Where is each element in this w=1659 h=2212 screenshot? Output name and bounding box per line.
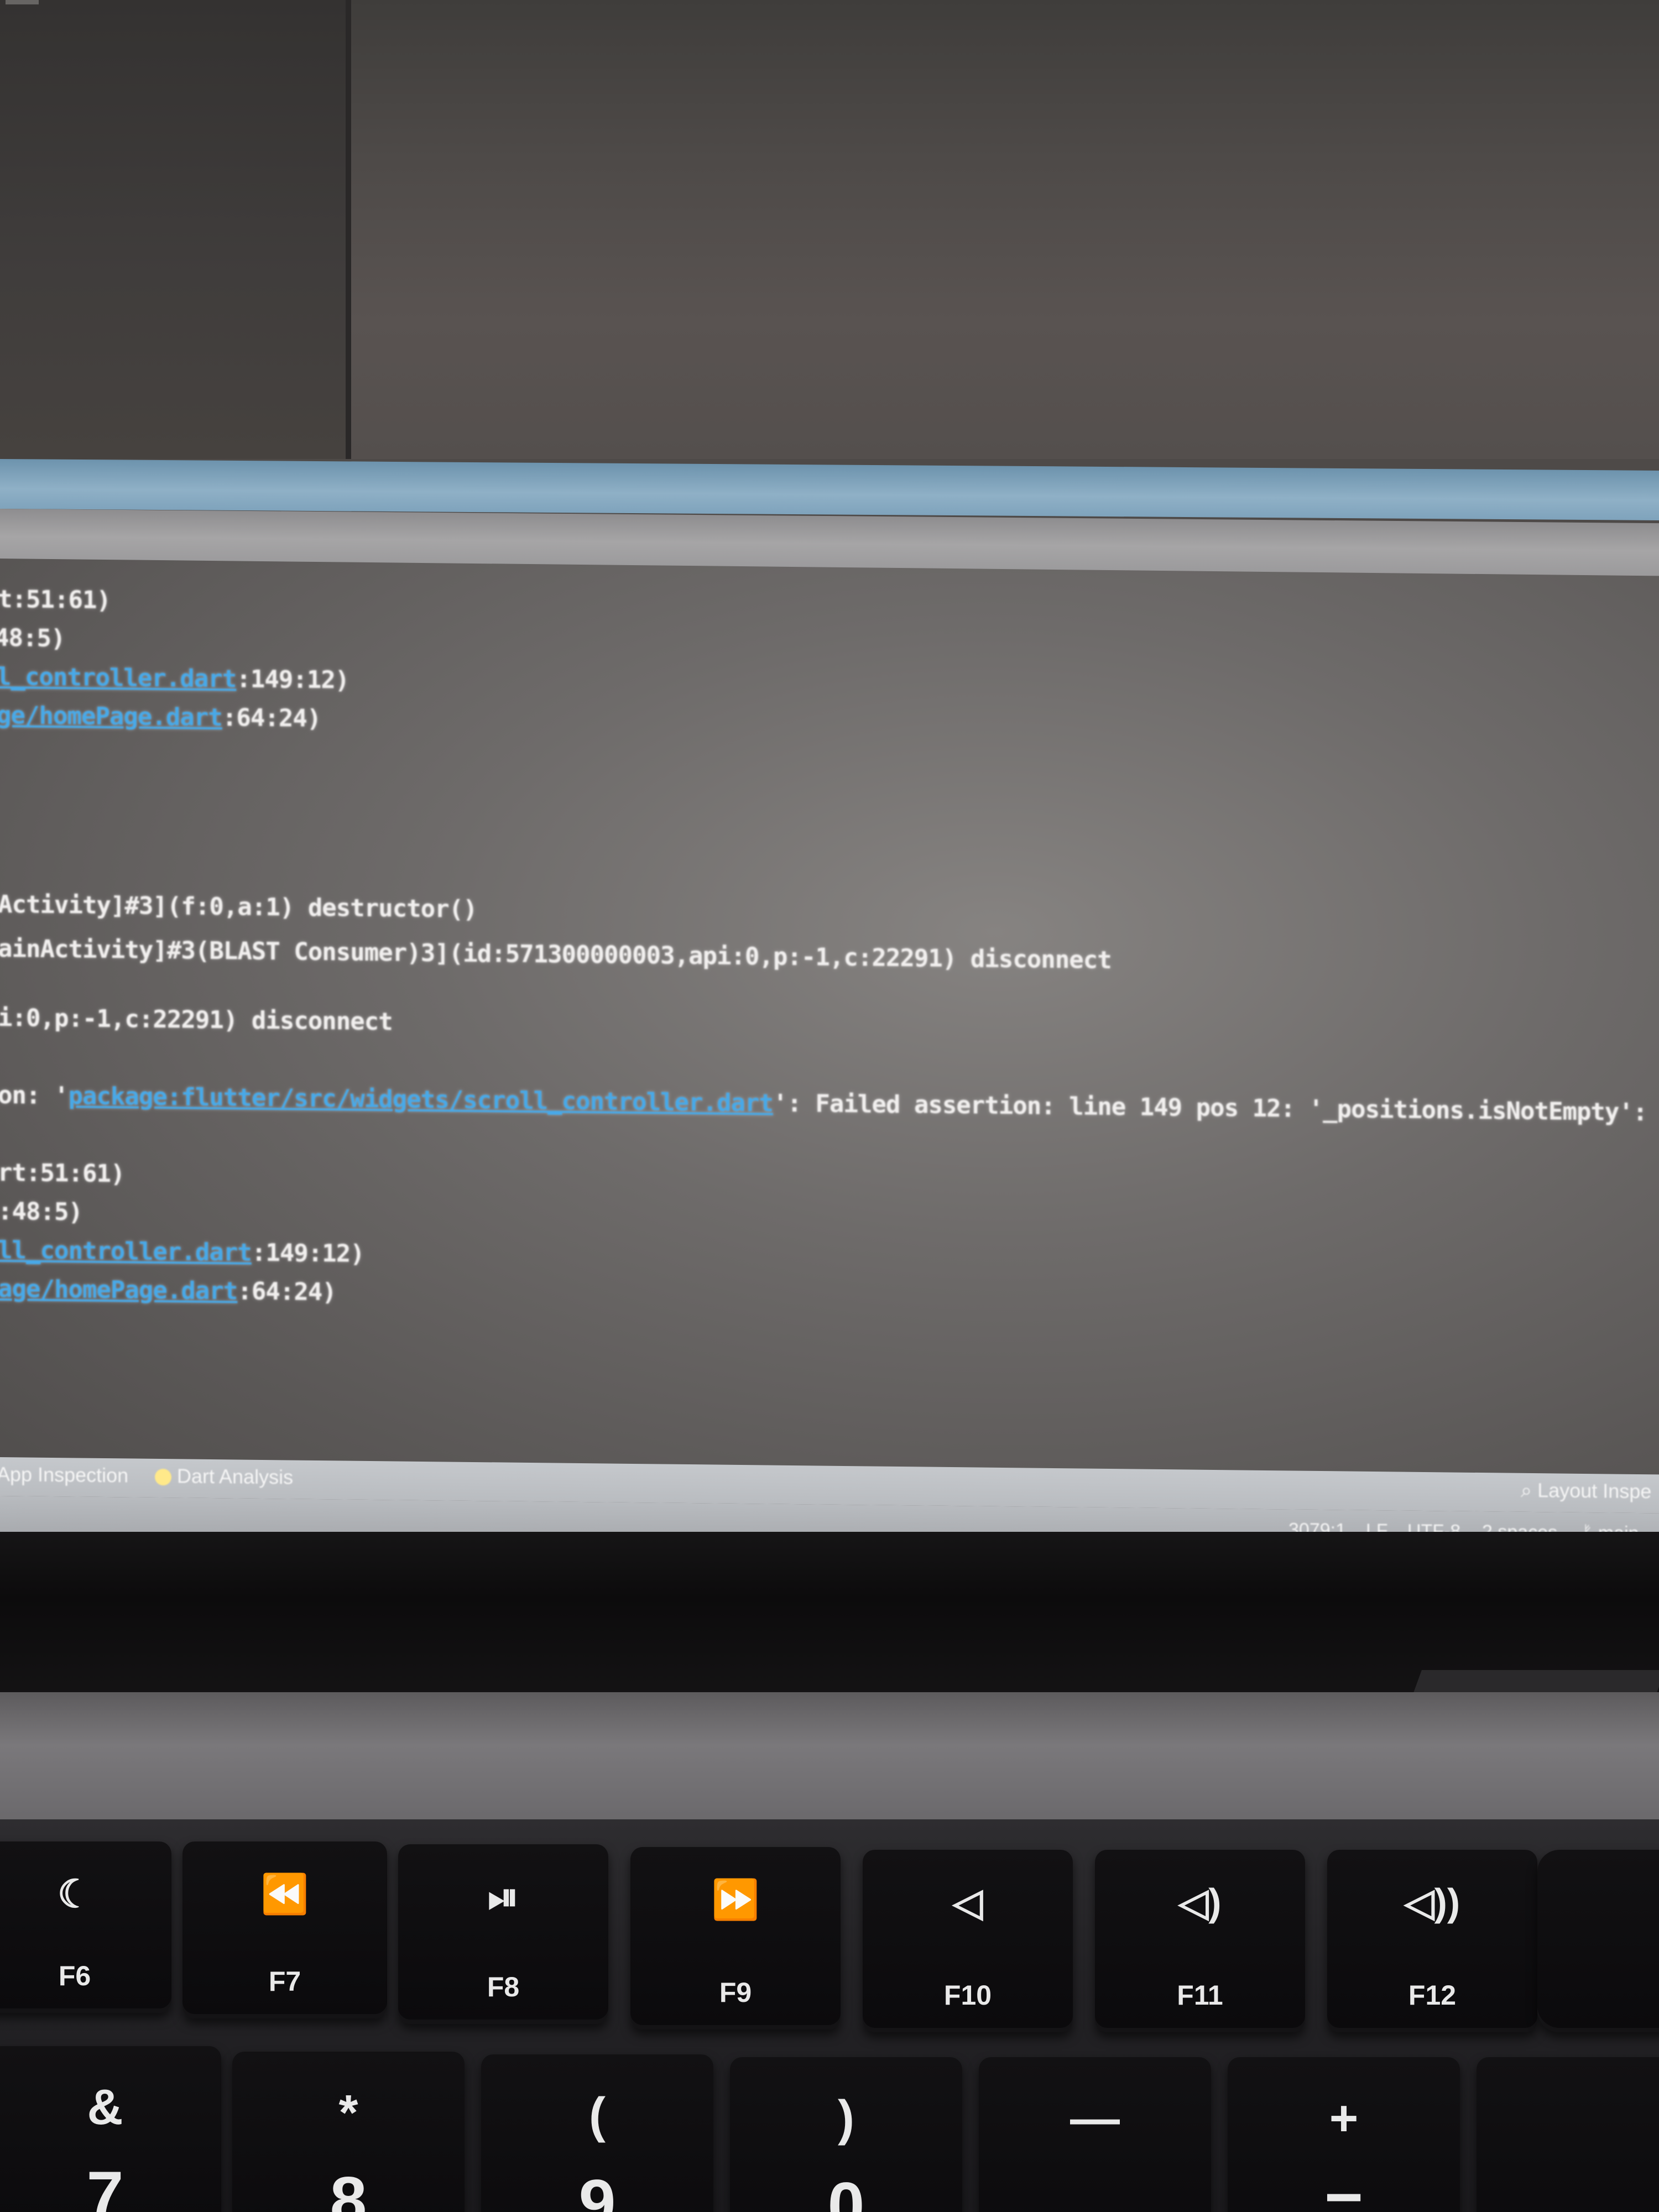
console-line: i:0,p:-1,c:22291) disconnect [0, 1004, 393, 1036]
key-label: F6 [58, 1960, 91, 1991]
run-console: t:51:61) 48:5) l_controller.dart:149:12)… [0, 559, 1659, 1483]
editor-left-pane [0, 0, 351, 459]
dart-analysis-icon [155, 1469, 171, 1486]
touch-id-key[interactable] [1537, 1850, 1659, 2032]
file-link[interactable]: package:flutter/src/widgets/scroll_contr… [68, 1082, 773, 1117]
screen-upper-area [0, 0, 1659, 459]
key-delete[interactable] [1477, 2057, 1659, 2212]
console-line: ainActivity]#3(BLAST Consumer)3](id:5713… [0, 935, 1112, 974]
fast-forward-icon: ⏩ [711, 1878, 760, 1921]
console-line: age/homePage.dart:64:24) [0, 1275, 336, 1306]
key-f10[interactable]: ◁ F10 [863, 1850, 1073, 2032]
dart-analysis-tab[interactable]: Dart Analysis [155, 1464, 293, 1489]
line-text: :149:12) [251, 1238, 364, 1268]
keyboard: ☾ F6 ⏪ F7 ⏯ F8 ⏩ F9 ◁ F10 ◁) F11 ◁)) F12 [0, 1819, 1659, 2212]
key-f6[interactable]: ☾ F6 [0, 1841, 171, 2013]
console-line: t:51:61) [0, 585, 111, 614]
line-text: i:0,p:-1,c:22291) disconnect [0, 1003, 393, 1036]
play-pause-icon: ⏯ [488, 1875, 519, 1918]
line-text: :64:24) [222, 703, 321, 733]
key-f8[interactable]: ⏯ F8 [398, 1844, 608, 2024]
file-link[interactable]: ll_controller.dart [0, 1236, 252, 1267]
moon-icon: ☾ [57, 1872, 92, 1916]
line-text: ainActivity]#3(BLAST Consumer)3](id:5713… [0, 934, 1112, 975]
console-line: l_controller.dart:149:12) [0, 662, 349, 695]
laptop-body [0, 1692, 1659, 1825]
key-label: F9 [719, 1977, 752, 2008]
key-equals[interactable]: + = [1228, 2057, 1460, 2212]
line-text: :48:5) [0, 1197, 82, 1227]
console-line: on: 'package:flutter/src/widgets/scroll_… [0, 1081, 1647, 1126]
layout-inspector-tab[interactable]: ⌕ Layout Inspe [1521, 1479, 1651, 1504]
key-digit: 9 [578, 2166, 616, 2212]
key-shift-symbol: — [1070, 2091, 1120, 2146]
key-shift-symbol: ( [589, 2088, 606, 2143]
key-digit: 7 [86, 2158, 124, 2212]
magnifier-icon: ⌕ [1521, 1478, 1538, 1502]
photo-laptop-screen: t:51:61) 48:5) l_controller.dart:149:12)… [0, 0, 1659, 2212]
key-7[interactable]: & 7 [0, 2046, 221, 2212]
file-link[interactable]: l_controller.dart [0, 662, 236, 693]
console-line: rt:51:61) [0, 1159, 124, 1188]
rewind-icon: ⏪ [260, 1872, 309, 1916]
console-line: 48:5) [0, 624, 65, 653]
key-digit: 0 [827, 2169, 865, 2212]
line-text: ': Failed assertion: line 149 pos 12: '_… [773, 1089, 1647, 1127]
layout-inspector-label: Layout Inspe [1537, 1479, 1652, 1503]
volume-down-icon: ◁) [1178, 1881, 1222, 1924]
dart-analysis-label: Dart Analysis [177, 1464, 294, 1489]
laptop-bezel [0, 1532, 1659, 1698]
key-8[interactable]: * 8 [232, 2052, 465, 2212]
line-text: :64:24) [237, 1277, 336, 1307]
console-line: :48:5) [0, 1197, 82, 1227]
console-line: ll_controller.dart:149:12) [0, 1236, 364, 1268]
key-f7[interactable]: ⏪ F7 [182, 1841, 387, 2018]
file-link[interactable]: ge/homePage.dart [0, 701, 222, 732]
mute-icon: ◁ [953, 1881, 983, 1924]
key-label: F12 [1408, 1980, 1457, 2011]
key-f12[interactable]: ◁)) F12 [1327, 1850, 1537, 2032]
key-shift-symbol: ) [838, 2091, 854, 2146]
key-9[interactable]: ( 9 [481, 2054, 713, 2212]
key-f11[interactable]: ◁) F11 [1095, 1850, 1305, 2032]
key-minus[interactable]: — [979, 2057, 1211, 2212]
line-text: on: ' [0, 1081, 69, 1110]
console-line: ge/homePage.dart:64:24) [0, 701, 321, 733]
key-0[interactable]: ) 0 [730, 2057, 962, 2212]
key-label: F11 [1177, 1980, 1223, 2011]
console-line: Activity]#3](f:0,a:1) destructor() [0, 890, 477, 924]
key-shift-symbol: & [87, 2080, 123, 2135]
key-shift-symbol: + [1329, 2091, 1359, 2146]
file-link[interactable]: age/homePage.dart [0, 1275, 237, 1306]
line-text: t:51:61) [0, 585, 111, 615]
key-f9[interactable]: ⏩ F9 [630, 1847, 841, 2030]
line-text: rt:51:61) [0, 1158, 125, 1188]
key-label: F8 [487, 1971, 520, 2002]
line-text: :149:12) [236, 665, 349, 695]
key-digit: = [1324, 2169, 1364, 2212]
key-digit: 8 [330, 2163, 367, 2212]
key-shift-symbol: * [338, 2085, 358, 2141]
key-label: F7 [268, 1966, 301, 1997]
line-text: 48:5) [0, 623, 65, 653]
pane-marker [6, 0, 39, 4]
volume-up-icon: ◁)) [1404, 1881, 1460, 1924]
app-inspection-tab[interactable]: App Inspection [0, 1463, 128, 1487]
key-label: F10 [943, 1980, 992, 2011]
line-text: Activity]#3](f:0,a:1) destructor() [0, 890, 477, 924]
